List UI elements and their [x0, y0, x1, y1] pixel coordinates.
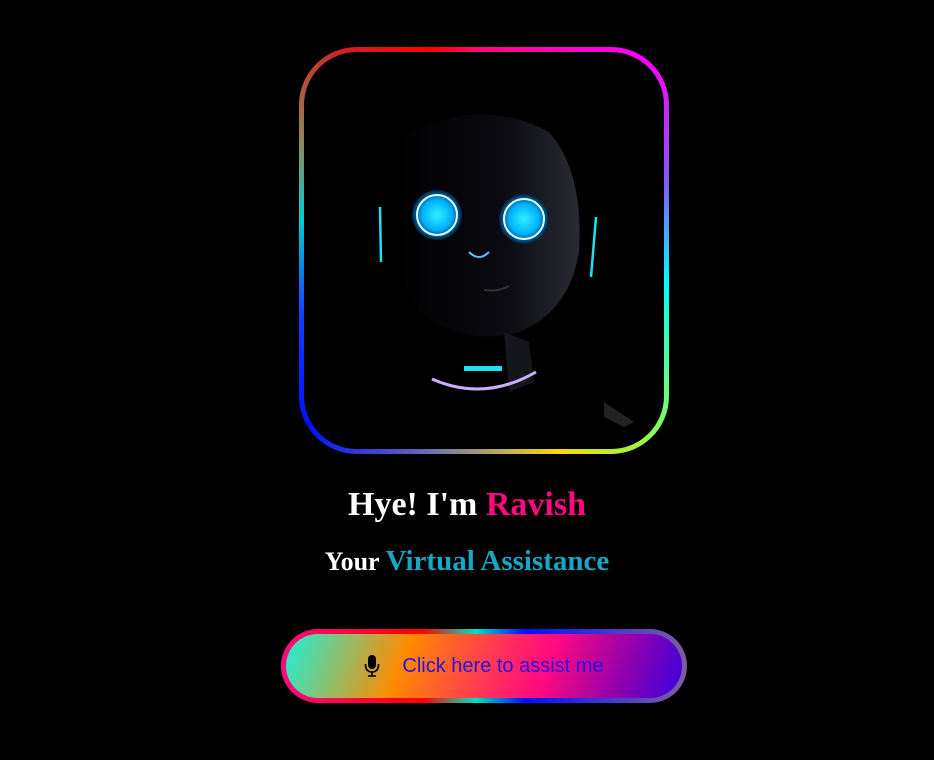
robot-illustration — [378, 114, 634, 427]
subheading: Your Virtual Assistance — [0, 545, 934, 578]
subheading-highlight: Virtual Assistance — [385, 545, 610, 577]
robot-image — [304, 52, 664, 449]
assist-button-body[interactable]: Click here to assist me — [286, 634, 682, 698]
subheading-prefix: Your — [324, 547, 380, 576]
assistant-name: Ravish — [485, 486, 586, 523]
assist-button-label: Click here to assist me — [402, 654, 604, 677]
greeting-text: Hye! I'm — [348, 486, 478, 523]
assist-button[interactable]: Click here to assist me — [281, 629, 687, 703]
microphone-icon — [365, 655, 380, 677]
avatar-frame — [299, 47, 669, 454]
greeting-heading: Hye! I'm Ravish — [0, 486, 934, 524]
